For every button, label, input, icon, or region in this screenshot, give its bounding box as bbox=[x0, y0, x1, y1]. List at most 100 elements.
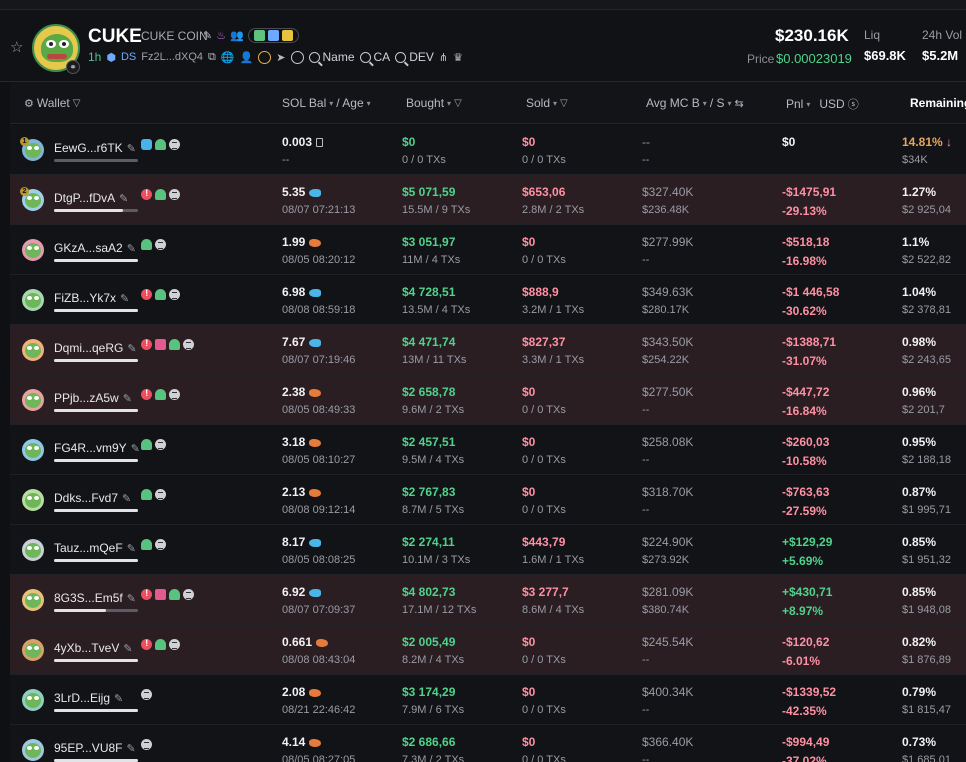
edit-pencil-icon[interactable]: ✎ bbox=[127, 242, 136, 255]
table-row[interactable]: Tauz...mQeF ✎ 8.17 08/05 08:08:25 $2 274… bbox=[10, 525, 966, 575]
pnl-usd: -$763,63 bbox=[782, 485, 830, 499]
swap-icon[interactable]: ⇆ bbox=[735, 97, 744, 110]
table-row[interactable]: 1 EewG...r6TK ✎ 0.003 -- $0 0 / 0 TXs $0… bbox=[10, 125, 966, 175]
fish-icon bbox=[309, 338, 322, 347]
avg-mc-buy: $349.63K bbox=[642, 285, 694, 299]
wallet-avatar[interactable] bbox=[22, 739, 44, 761]
sort-caret-icon: ▾ bbox=[553, 98, 558, 108]
wallet-name-link[interactable]: PPjb...zA5w ✎ bbox=[54, 391, 132, 405]
table-row[interactable]: Ddks...Fvd7 ✎ 2.13 08/08 09:12:14 $2 767… bbox=[10, 475, 966, 525]
wallet-avatar[interactable] bbox=[22, 439, 44, 461]
edit-pencil-icon[interactable]: ✎ bbox=[119, 192, 128, 205]
edit-pencil-icon[interactable]: ✎ bbox=[203, 29, 212, 42]
col-sold[interactable]: Sold ▾ ▽ bbox=[526, 96, 568, 110]
table-row[interactable]: 95EP...VU8F ✎ 4.14 08/05 08:27:05 $2 686… bbox=[10, 725, 966, 762]
table-row[interactable]: GKzA...saA2 ✎ 1.99 08/05 08:20:12 $3 051… bbox=[10, 225, 966, 275]
wallet-name-link[interactable]: GKzA...saA2 ✎ bbox=[54, 241, 136, 255]
edit-pencil-icon[interactable]: ✎ bbox=[127, 342, 136, 355]
crown-icon[interactable]: ♛ bbox=[453, 51, 463, 64]
wallet-name-link[interactable]: Dqmi...qeRG ✎ bbox=[54, 341, 137, 355]
wallet-avatar[interactable] bbox=[22, 539, 44, 561]
wallet-name-link[interactable]: FG4R...vm9Y ✎ bbox=[54, 441, 140, 455]
wallet-avatar[interactable] bbox=[22, 239, 44, 261]
user-icon[interactable]: 👤 bbox=[240, 51, 254, 64]
edit-pencil-icon[interactable]: ✎ bbox=[127, 542, 136, 555]
wallet-name-link[interactable]: 3LrD...Eijg ✎ bbox=[54, 691, 123, 705]
col-avg-mc[interactable]: Avg MC B ▾ / S ▾ ⇆ bbox=[646, 96, 744, 110]
list-tag-icon bbox=[169, 139, 181, 150]
sold-usd: $0 bbox=[522, 485, 536, 499]
warning-icon[interactable] bbox=[258, 50, 272, 64]
bought-txs: 0 / 0 TXs bbox=[402, 154, 446, 166]
search-name-button[interactable]: Name bbox=[308, 50, 355, 64]
col-pnl[interactable]: Pnl ▾ USD ⓢ bbox=[786, 96, 859, 112]
badge-group-icon bbox=[247, 28, 299, 43]
search-dev-button[interactable]: DEV bbox=[395, 50, 434, 64]
holding-bar bbox=[54, 409, 138, 412]
edit-pencil-icon[interactable]: ✎ bbox=[122, 492, 131, 505]
wallet-avatar[interactable] bbox=[22, 489, 44, 511]
col-remaining[interactable]: Remaining bbox=[910, 96, 966, 110]
wallet-name-link[interactable]: 4yXb...TveV ✎ bbox=[54, 641, 133, 655]
telegram-icon[interactable]: ➤ bbox=[276, 51, 285, 64]
table-row[interactable]: Dqmi...qeRG ✎ 7.67 08/07 07:19:46 $4 471… bbox=[10, 325, 966, 375]
search-icon bbox=[308, 51, 320, 63]
wallet-avatar[interactable] bbox=[22, 639, 44, 661]
remaining-usd: $1 948,08 bbox=[902, 604, 951, 616]
table-row[interactable]: 3LrD...Eijg ✎ 2.08 08/21 22:46:42 $3 174… bbox=[10, 675, 966, 725]
pnl-usd: -$260,03 bbox=[782, 435, 830, 449]
remaining-usd: $1 876,89 bbox=[902, 654, 951, 666]
edit-pencil-icon[interactable]: ✎ bbox=[131, 442, 140, 455]
first-buy-age: -- bbox=[282, 154, 290, 166]
edit-pencil-icon[interactable]: ✎ bbox=[120, 292, 129, 305]
edit-pencil-icon[interactable]: ✎ bbox=[123, 642, 132, 655]
table-row[interactable]: FiZB...Yk7x ✎ 6.98 08/08 08:59:18 $4 728… bbox=[10, 275, 966, 325]
pnl-percent: -31.07% bbox=[782, 354, 827, 368]
filter-icon[interactable]: ▽ bbox=[73, 98, 81, 109]
bought-usd: $2 457,51 bbox=[402, 435, 456, 449]
edit-pencil-icon[interactable]: ✎ bbox=[114, 692, 123, 705]
gear-icon[interactable]: ⚙ bbox=[24, 97, 34, 110]
ds-label[interactable]: DS bbox=[121, 51, 136, 63]
wallet-avatar[interactable] bbox=[22, 589, 44, 611]
wallet-name-link[interactable]: 95EP...VU8F ✎ bbox=[54, 741, 136, 755]
globe-icon[interactable]: 🌐 bbox=[221, 51, 235, 64]
list-icon[interactable] bbox=[290, 50, 304, 64]
table-row[interactable]: 4yXb...TveV ✎ 0.661 08/08 08:43:04 $2 00… bbox=[10, 625, 966, 675]
wallet-name-link[interactable]: DtgP...fDvA ✎ bbox=[54, 191, 128, 205]
edit-pencil-icon[interactable]: ✎ bbox=[127, 592, 136, 605]
dollar-circle-icon[interactable]: ⓢ bbox=[848, 96, 859, 112]
edit-pencil-icon[interactable]: ✎ bbox=[126, 742, 135, 755]
table-row[interactable]: PPjb...zA5w ✎ 2.38 08/05 08:49:33 $2 658… bbox=[10, 375, 966, 425]
edit-pencil-icon[interactable]: ✎ bbox=[123, 392, 132, 405]
wallet-avatar[interactable] bbox=[22, 389, 44, 411]
table-row[interactable]: FG4R...vm9Y ✎ 3.18 08/05 08:10:27 $2 457… bbox=[10, 425, 966, 475]
col-wallet[interactable]: ⚙ Wallet ▽ bbox=[24, 96, 80, 110]
table-row[interactable]: 2 DtgP...fDvA ✎ 5.35 08/07 07:21:13 $5 0… bbox=[10, 175, 966, 225]
wallet-avatar[interactable] bbox=[22, 339, 44, 361]
copy-icon[interactable]: ⧉ bbox=[208, 51, 216, 64]
wallet-avatar[interactable] bbox=[22, 289, 44, 311]
sold-txs: 0 / 0 TXs bbox=[522, 704, 566, 716]
wallet-name-link[interactable]: 8G3S...Em5f ✎ bbox=[54, 591, 136, 605]
table-row[interactable]: 8G3S...Em5f ✎ 6.92 08/07 07:09:37 $4 802… bbox=[10, 575, 966, 625]
edit-pencil-icon[interactable]: ✎ bbox=[127, 142, 136, 155]
avg-mc-buy: $277.99K bbox=[642, 235, 694, 249]
price-label: Price bbox=[747, 52, 775, 66]
filter-icon[interactable]: ▽ bbox=[560, 98, 568, 109]
star-icon[interactable]: ☆ bbox=[10, 38, 23, 56]
leaf-icon bbox=[253, 30, 265, 41]
bought-usd: $2 767,83 bbox=[402, 485, 456, 499]
col-sol-bal[interactable]: SOL Bal ▾ / Age ▾ bbox=[282, 96, 371, 110]
avg-mc-buy: $258.08K bbox=[642, 435, 694, 449]
share-icon[interactable]: ⋔ bbox=[439, 51, 448, 64]
col-bought[interactable]: Bought ▾ ▽ bbox=[406, 96, 462, 110]
wallet-avatar[interactable] bbox=[22, 689, 44, 711]
filter-icon[interactable]: ▽ bbox=[454, 98, 462, 109]
wallet-name-link[interactable]: EewG...r6TK ✎ bbox=[54, 141, 136, 155]
wallet-name-link[interactable]: Ddks...Fvd7 ✎ bbox=[54, 491, 131, 505]
search-ca-button[interactable]: CA bbox=[359, 50, 390, 64]
link-icon[interactable]: ⚭ bbox=[66, 60, 80, 74]
wallet-name-link[interactable]: FiZB...Yk7x ✎ bbox=[54, 291, 129, 305]
wallet-name-link[interactable]: Tauz...mQeF ✎ bbox=[54, 541, 136, 555]
